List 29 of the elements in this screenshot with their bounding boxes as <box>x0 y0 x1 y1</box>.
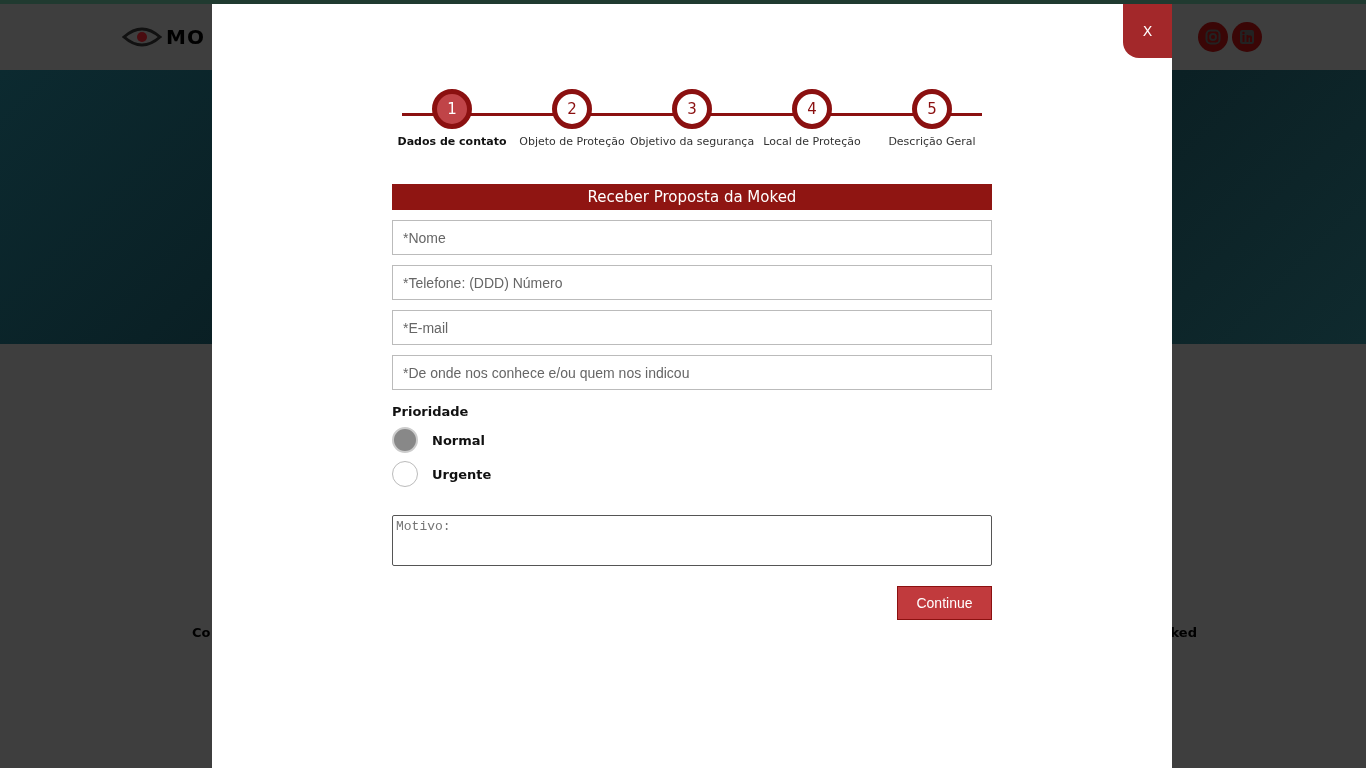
step-label: Objeto de Proteção <box>519 135 625 148</box>
radio-button[interactable] <box>392 461 418 487</box>
radio-label: Urgente <box>432 466 492 482</box>
radio-label: Normal <box>432 432 485 448</box>
input-field[interactable]: *Telefone: (DDD) Número <box>392 265 992 300</box>
step-circle[interactable]: 3 <box>672 89 712 129</box>
form-title: Receber Proposta da Moked <box>392 184 992 210</box>
step-circle[interactable]: 1 <box>432 89 472 129</box>
step-label: Descrição Geral <box>888 135 976 148</box>
input-field[interactable]: *E-mail <box>392 310 992 345</box>
close-button[interactable]: X <box>1123 4 1172 58</box>
radio-button[interactable] <box>392 427 418 453</box>
step-label: Dados de contato <box>397 135 507 148</box>
continue-button[interactable]: Continue <box>897 586 992 620</box>
instagram-icon[interactable] <box>1198 22 1228 52</box>
reason-textarea[interactable]: Motivo: <box>392 515 992 566</box>
step-label: Objetivo da segurança <box>629 135 755 148</box>
step-label: Local de Proteção <box>763 135 861 148</box>
logo-text: MO <box>166 25 205 49</box>
eye-logo-icon <box>122 27 162 47</box>
step-circle[interactable]: 2 <box>552 89 592 129</box>
step-circle[interactable]: 4 <box>792 89 832 129</box>
input-field[interactable]: *De onde nos conhece e/ou quem nos indicou <box>392 355 992 390</box>
linkedin-icon[interactable] <box>1232 22 1262 52</box>
input-field[interactable]: *Nome <box>392 220 992 255</box>
step-circle[interactable]: 5 <box>912 89 952 129</box>
background-text: Co <box>192 625 211 640</box>
priority-label: Prioridade <box>392 404 470 419</box>
background-text: ked <box>1170 625 1197 640</box>
